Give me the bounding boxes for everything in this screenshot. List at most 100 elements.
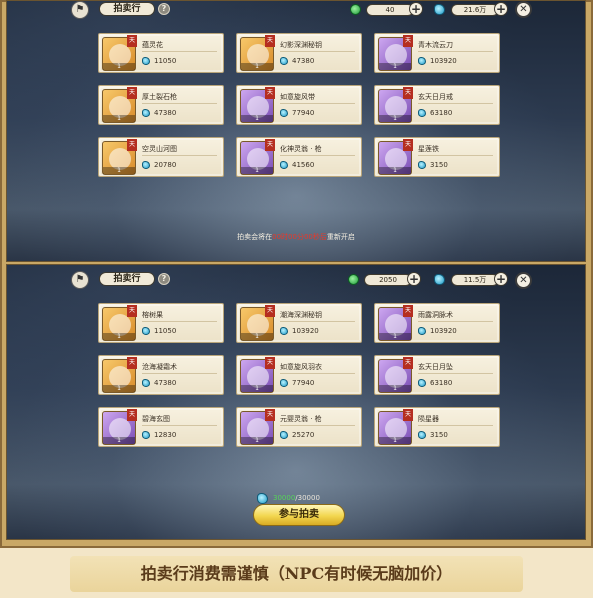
spirit-stone-icon: [418, 379, 426, 387]
item-thumbnail: 天1: [378, 305, 413, 341]
spirit-stone-icon: [418, 327, 426, 335]
item-price: 3150: [430, 161, 448, 169]
item-price: 103920: [430, 57, 457, 65]
item-card[interactable]: 天 1 沧海凝霜术 47380: [98, 355, 224, 395]
item-card[interactable]: 天 1 碧海玄图 12830: [98, 407, 224, 447]
item-quantity: 1: [241, 167, 273, 174]
divider: [142, 321, 217, 322]
item-card[interactable]: 天 1 玄天日月戒 63180: [374, 85, 500, 125]
deposit-total: /30000: [295, 494, 320, 502]
divider: [280, 103, 355, 104]
panel-header: ⚑ 拍卖行 ? 40 + 21.6万 + ✕: [7, 1, 585, 23]
spirit-stone-icon: [280, 431, 288, 439]
guild-icon[interactable]: ⚑: [71, 1, 89, 19]
item-quantity: 1: [379, 167, 411, 174]
guild-icon[interactable]: ⚑: [71, 271, 89, 289]
add-green-currency-button[interactable]: +: [409, 2, 423, 16]
item-card[interactable]: 天 1 如意旋风带 77940: [236, 85, 362, 125]
blue-currency-icon: [434, 4, 445, 15]
item-price: 103920: [430, 327, 457, 335]
grade-badge: 天: [403, 409, 413, 421]
caption-banner: 拍卖行消费需谨慎（NPC有时候无脑加价）: [70, 556, 523, 592]
item-card[interactable]: 天 1 幻影深渊秘钥 47380: [236, 33, 362, 73]
item-name: 如意旋风带: [280, 93, 315, 101]
item-card[interactable]: 天 1 陨星器 3150: [374, 407, 500, 447]
grade-badge: 天: [265, 305, 275, 317]
deposit-currency-icon: [257, 493, 268, 504]
item-quantity: 1: [241, 333, 273, 340]
item-card[interactable]: 天 1 如意旋风羽衣 77940: [236, 355, 362, 395]
close-icon[interactable]: ✕: [515, 1, 532, 18]
item-card[interactable]: 天 1 厚土裂石枪 47380: [98, 85, 224, 125]
divider: [418, 103, 493, 104]
join-auction-button[interactable]: 参与拍卖: [253, 504, 345, 526]
grade-badge: 天: [265, 87, 275, 99]
item-price: 77940: [292, 379, 315, 387]
grade-badge: 天: [265, 35, 275, 47]
grade-badge: 天: [403, 87, 413, 99]
add-green-currency-button[interactable]: +: [407, 272, 421, 286]
item-thumbnail: 天1: [240, 409, 275, 445]
spirit-stone-icon: [142, 379, 150, 387]
item-price: 103920: [292, 327, 319, 335]
item-name: 碧海玄图: [142, 415, 170, 423]
item-quantity: 1: [379, 385, 411, 392]
grade-badge: 天: [265, 409, 275, 421]
item-card[interactable]: 天 1 蕴灵花 11050: [98, 33, 224, 73]
item-price: 63180: [430, 109, 453, 117]
divider: [280, 373, 355, 374]
item-name: 榕树果: [142, 311, 163, 319]
grade-badge: 天: [127, 305, 137, 317]
item-price: 11050: [154, 57, 177, 65]
item-card[interactable]: 天 1 化神灵翁 · 枪 41560: [236, 137, 362, 177]
panel-header: ⚑ 拍卖行 ? 2050 + 11.5万 + ✕: [7, 271, 585, 293]
item-price: 20780: [154, 161, 177, 169]
item-name: 玄天日月坠: [418, 363, 453, 371]
divider: [418, 321, 493, 322]
item-card[interactable]: 天 1 雨露洞脉术 103920: [374, 303, 500, 343]
spirit-stone-icon: [142, 161, 150, 169]
help-icon[interactable]: ?: [158, 273, 170, 285]
notice-prefix: 拍卖会将在: [237, 233, 273, 241]
item-name: 厚土裂石枪: [142, 93, 177, 101]
grade-badge: 天: [127, 139, 137, 151]
item-thumbnail: 天1: [102, 87, 137, 123]
item-thumbnail: 天1: [378, 87, 413, 123]
item-price: 63180: [430, 379, 453, 387]
item-thumbnail: 天1: [240, 357, 275, 393]
divider: [142, 155, 217, 156]
help-icon[interactable]: ?: [158, 3, 170, 15]
close-icon[interactable]: ✕: [515, 272, 532, 289]
spirit-stone-icon: [280, 379, 288, 387]
item-card[interactable]: 天 1 元婴灵翁 · 枪 25270: [236, 407, 362, 447]
item-card[interactable]: 天 1 青木流云刀 103920: [374, 33, 500, 73]
spirit-stone-icon: [280, 57, 288, 65]
item-card[interactable]: 天 1 星莲铁 3150: [374, 137, 500, 177]
item-card[interactable]: 天 1 潮海深渊秘钥 103920: [236, 303, 362, 343]
item-thumbnail: 天1: [102, 409, 137, 445]
item-card[interactable]: 天 1 榕树果 11050: [98, 303, 224, 343]
item-name: 潮海深渊秘钥: [280, 311, 322, 319]
item-name: 蕴灵花: [142, 41, 163, 49]
item-name: 如意旋风羽衣: [280, 363, 322, 371]
blue-currency-amount: 21.6万: [451, 4, 499, 16]
divider: [142, 373, 217, 374]
item-thumbnail: 天1: [102, 357, 137, 393]
grade-badge: 天: [403, 357, 413, 369]
divider: [418, 425, 493, 426]
item-card[interactable]: 天 1 空灵山河图 20780: [98, 137, 224, 177]
item-thumbnail: 天1: [240, 139, 275, 175]
item-thumbnail: 天1: [102, 305, 137, 341]
divider: [418, 155, 493, 156]
item-name: 星莲铁: [418, 145, 439, 153]
item-thumbnail: 天1: [378, 35, 413, 71]
item-card[interactable]: 天 1 玄天日月坠 63180: [374, 355, 500, 395]
item-quantity: 1: [379, 115, 411, 122]
add-blue-currency-button[interactable]: +: [494, 2, 508, 16]
item-quantity: 1: [379, 437, 411, 444]
item-price: 47380: [154, 109, 177, 117]
item-quantity: 1: [379, 333, 411, 340]
add-blue-currency-button[interactable]: +: [494, 272, 508, 286]
notice-suffix: 重新开启: [326, 233, 355, 241]
spirit-stone-icon: [418, 431, 426, 439]
